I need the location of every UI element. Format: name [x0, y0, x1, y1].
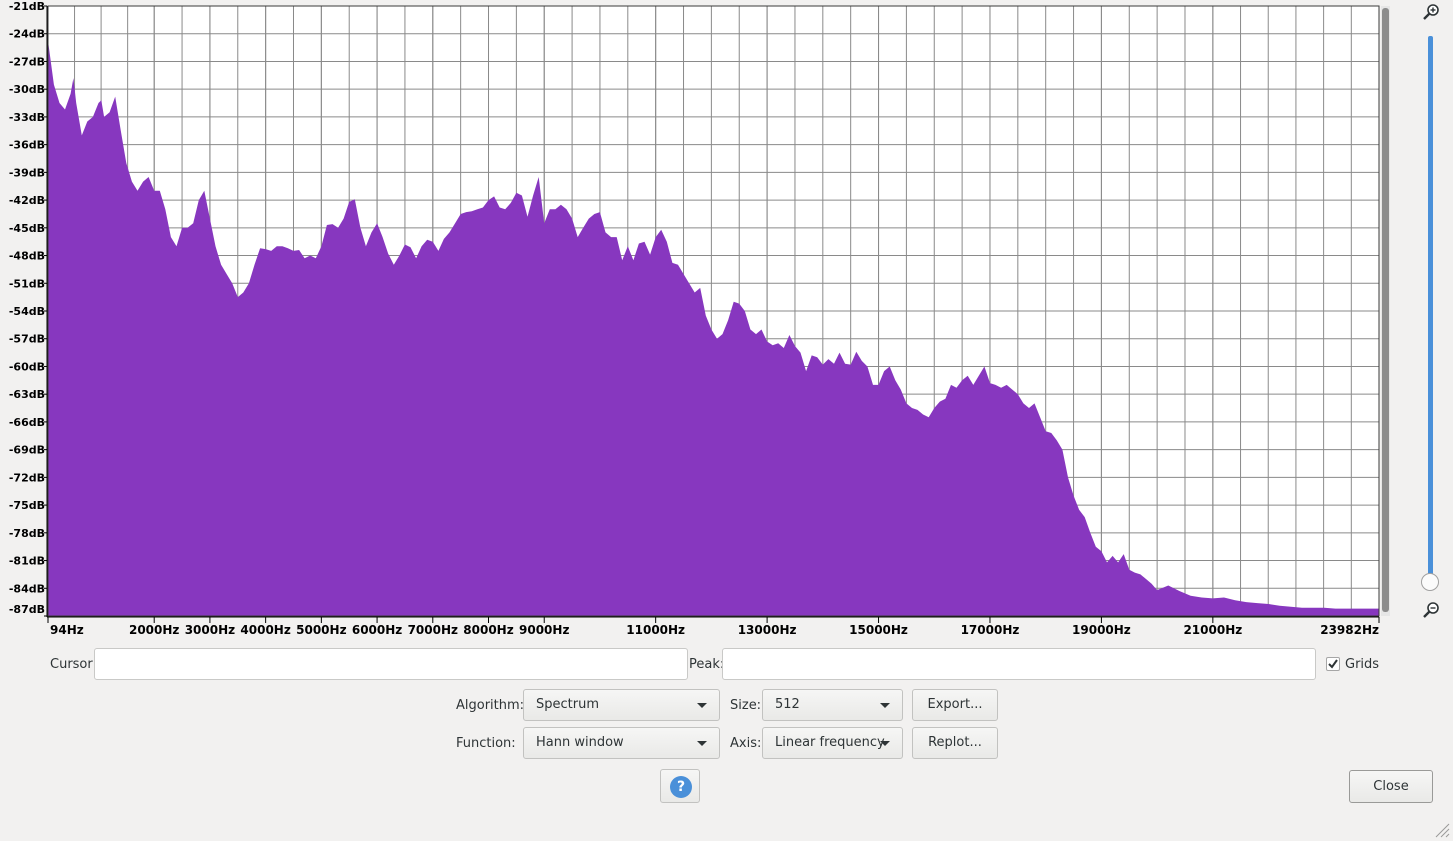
x-tick-label: 7000Hz: [408, 623, 458, 637]
cursor-field[interactable]: [94, 648, 688, 680]
y-tick-label: -27dB: [9, 55, 45, 68]
y-tick-label: -72dB: [9, 471, 45, 484]
x-tick-label: 11000Hz: [626, 623, 685, 637]
function-label: Function:: [456, 736, 516, 751]
dropdown-arrow-icon: [697, 741, 707, 746]
vertical-scrollbar[interactable]: [1381, 6, 1390, 616]
dropdown-arrow-icon: [880, 741, 890, 746]
spectrum-plot[interactable]: -21dB -24dB -27dB -30dB -33dB -36dB -39dB -42dB…: [0, 0, 1380, 640]
algorithm-value: Spectrum: [536, 697, 599, 712]
cursor-label: Cursor:: [50, 657, 97, 672]
y-tick-label: -36dB: [9, 139, 45, 152]
axis-label: Axis:: [730, 736, 762, 751]
y-tick-label: -54dB: [9, 305, 45, 318]
dropdown-arrow-icon: [880, 703, 890, 708]
y-tick-label: -57dB: [9, 333, 45, 346]
x-tick-label: 8000Hz: [463, 623, 513, 637]
x-tick-label: 2000Hz: [129, 623, 179, 637]
function-select[interactable]: Hann window: [523, 727, 720, 759]
replot-button[interactable]: Replot...: [912, 727, 998, 759]
y-tick-label: -78dB: [9, 527, 45, 540]
zoom-in-icon[interactable]: [1422, 3, 1440, 21]
zoom-slider-track[interactable]: [1428, 36, 1433, 584]
x-tick-label: 23982Hz: [1320, 623, 1379, 637]
grids-checkbox[interactable]: [1326, 657, 1340, 671]
y-tick-label: -60dB: [9, 360, 45, 373]
function-value: Hann window: [536, 735, 624, 750]
scrollbar-thumb[interactable]: [1382, 8, 1389, 612]
y-tick-label: -84dB: [9, 582, 45, 595]
checkmark-icon: [1328, 659, 1338, 669]
y-tick-label: -24dB: [9, 28, 45, 41]
close-button[interactable]: Close: [1349, 770, 1433, 803]
size-value: 512: [775, 697, 800, 712]
peak-field[interactable]: [722, 648, 1316, 680]
x-tick-label: 5000Hz: [296, 623, 346, 637]
peak-label: Peak:: [689, 657, 725, 672]
y-tick-label: -30dB: [9, 83, 45, 96]
y-tick-label: -48dB: [9, 250, 45, 263]
x-tick-label: 15000Hz: [849, 623, 908, 637]
algorithm-select[interactable]: Spectrum: [523, 689, 720, 721]
y-tick-label: -66dB: [9, 416, 45, 429]
y-tick-label: -21dB: [9, 0, 45, 13]
axis-select[interactable]: Linear frequency: [762, 727, 903, 759]
y-tick-label: -87dB: [9, 603, 45, 616]
y-tick-label: -63dB: [9, 388, 45, 401]
x-tick-label: 4000Hz: [240, 623, 290, 637]
dropdown-arrow-icon: [697, 703, 707, 708]
x-tick-label: 3000Hz: [185, 623, 235, 637]
grids-label: Grids: [1345, 657, 1380, 672]
x-tick-label: 21000Hz: [1183, 623, 1242, 637]
resize-grip-icon[interactable]: [1434, 822, 1450, 838]
y-tick-label: -69dB: [9, 444, 45, 457]
zoom-slider-handle[interactable]: [1421, 573, 1439, 591]
axis-value: Linear frequency: [775, 735, 885, 750]
y-tick-label: -39dB: [9, 166, 45, 179]
help-icon: ?: [670, 776, 692, 798]
zoom-out-icon[interactable]: [1422, 601, 1440, 619]
help-button[interactable]: ?: [660, 769, 700, 803]
x-tick-label: 13000Hz: [738, 623, 797, 637]
y-tick-label: -42dB: [9, 194, 45, 207]
x-tick-label: 19000Hz: [1072, 623, 1131, 637]
y-tick-label: -45dB: [9, 222, 45, 235]
algorithm-label: Algorithm:: [456, 698, 525, 713]
size-select[interactable]: 512: [762, 689, 903, 721]
y-tick-label: -75dB: [9, 499, 45, 512]
x-tick-label: 9000Hz: [519, 623, 569, 637]
export-button[interactable]: Export...: [912, 689, 998, 721]
y-tick-label: -81dB: [9, 555, 45, 568]
x-tick-label: 17000Hz: [961, 623, 1020, 637]
x-tick-label: 6000Hz: [352, 623, 402, 637]
y-tick-label: -33dB: [9, 111, 45, 124]
y-tick-label: -51dB: [9, 277, 45, 290]
x-tick-label: 94Hz: [50, 623, 84, 637]
size-label: Size:: [730, 698, 762, 713]
